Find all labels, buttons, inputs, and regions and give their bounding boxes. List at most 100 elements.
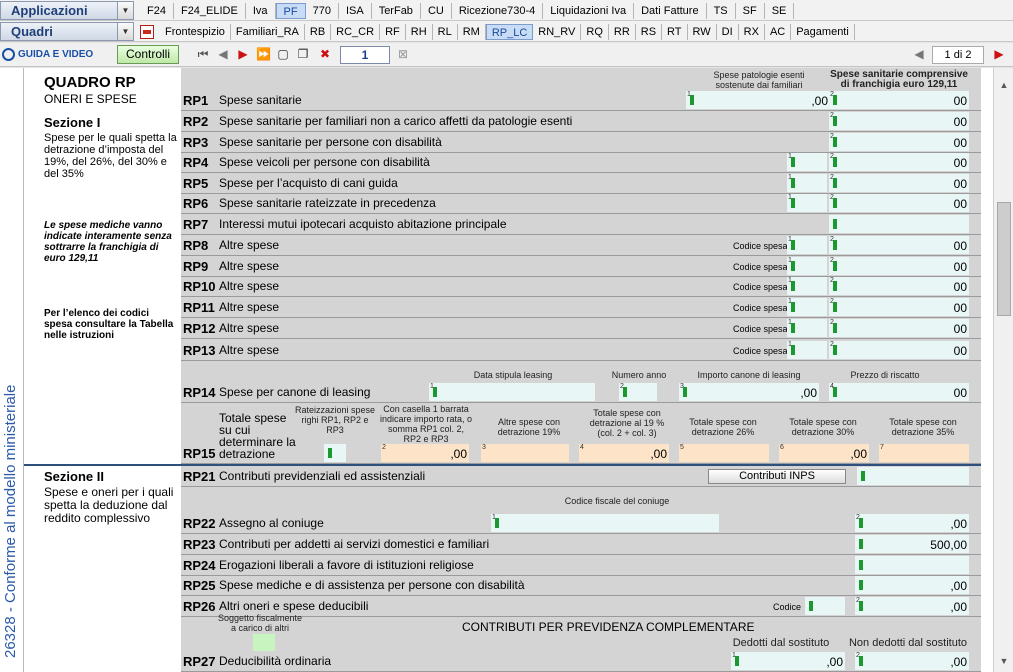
chevron-down-icon[interactable]: ▼ [117,23,133,40]
delete-document-icon[interactable]: ✖ [318,47,332,61]
tab-ricezione730-4[interactable]: Ricezione730-4 [452,3,544,19]
amount-field[interactable] [805,597,845,615]
tab-pagamenti[interactable]: Pagamenti [791,24,855,40]
amount-field[interactable]: 1 [787,277,827,295]
amount-field[interactable]: 2,00 [855,514,969,532]
controlli-button[interactable]: Controlli [117,45,179,64]
chevron-down-icon[interactable]: ▼ [117,2,133,19]
amount-field[interactable]: 1 [429,383,595,401]
tab-dati-fatture[interactable]: Dati Fatture [634,3,707,19]
amount-field[interactable]: 1 [491,514,719,532]
amount-field[interactable]: 1 [787,236,827,254]
amount-field[interactable]: 5 [679,444,769,462]
amount-field[interactable]: 2 00 [829,112,969,130]
amount-field[interactable]: 500,00 [855,535,969,553]
amount-field[interactable]: 3 [481,444,569,462]
amount-field[interactable]: 2 00 [829,194,969,212]
tab-di[interactable]: DI [717,24,739,40]
tab-ts[interactable]: TS [707,3,736,19]
pager-previous-icon[interactable]: ◀ [912,47,926,61]
amount-field[interactable]: 1,00 [686,91,830,109]
tab-rw[interactable]: RW [688,24,717,40]
tab-familiari-ra[interactable]: Familiari_RA [231,24,305,40]
tab-isa[interactable]: ISA [339,3,372,19]
tab-liquidazioni-iva[interactable]: Liquidazioni Iva [543,3,635,19]
amount-field[interactable]: 2 00 [829,277,969,295]
amount-field[interactable]: 6,00 [779,444,869,462]
amount-field[interactable]: 2 00 [829,298,969,316]
amount-field[interactable]: 2 00 [829,341,969,359]
tab-770[interactable]: 770 [306,3,339,19]
tab-rq[interactable]: RQ [581,24,609,40]
tab-rh[interactable]: RH [406,24,433,40]
tab-pf[interactable]: PF [275,3,306,19]
previous-icon[interactable]: ◀ [216,47,230,61]
tab-rp-lc[interactable]: RP_LC [485,24,534,40]
amount-field[interactable]: 4 00 [829,383,969,401]
tab-cu[interactable]: CU [421,3,452,19]
applications-combo[interactable]: Applicazioni ▼ [0,1,134,20]
tab-frontespizio[interactable]: Frontespizio [160,24,231,40]
amount-field[interactable] [855,556,969,574]
copy-document-icon[interactable]: ❐ [296,47,310,61]
vertical-scrollbar[interactable]: ▲ ▼ [993,68,1013,672]
amount-field[interactable] [857,467,969,485]
tab-rr[interactable]: RR [609,24,636,40]
new-document-icon[interactable]: ▢ [276,47,290,61]
amount-field[interactable]: 4,00 [579,444,669,462]
amount-field[interactable]: 1 [787,319,827,337]
amount-field[interactable]: 2 00 [829,174,969,192]
amount-field[interactable]: 2 00 [829,257,969,275]
tab-f24[interactable]: F24 [140,3,174,19]
first-page-icon[interactable]: ⏮ [196,47,210,61]
tab-rf[interactable]: RF [380,24,406,40]
tab-terfab[interactable]: TerFab [372,3,421,19]
tab-rl[interactable]: RL [433,24,458,40]
amount-field[interactable]: 3,00 [679,383,819,401]
amount-field[interactable]: 1 [787,153,827,171]
amount-field[interactable] [829,215,969,233]
contributi-inps-button[interactable]: Contributi INPS [708,469,846,484]
amount-field[interactable]: 1 [787,341,827,359]
amount-field[interactable]: 2 00 [829,236,969,254]
amount-field[interactable]: 1 [787,174,827,192]
tab-rb[interactable]: RB [305,24,332,40]
tab-rs[interactable]: RS [636,24,663,40]
amount-field[interactable]: 2,00 [855,652,969,670]
fast-forward-icon[interactable]: ⏩ [256,47,271,61]
pager-next-icon[interactable]: ▶ [992,47,1006,61]
amount-field[interactable]: 1 [787,298,827,316]
page-number-input[interactable]: 1 [340,46,390,64]
tab-rx[interactable]: RX [739,24,765,40]
amount-field[interactable]: 2 00 [829,319,969,337]
tab-rn-rv[interactable]: RN_RV [533,24,582,40]
amount-field[interactable]: ,00 [855,576,969,594]
amount-field[interactable]: 7 [879,444,969,462]
tab-ac[interactable]: AC [765,24,792,40]
pdf-icon[interactable] [140,25,154,39]
scroll-down-icon[interactable]: ▼ [996,656,1012,670]
guida-video-button[interactable]: GUIDA E VIDEO [2,46,93,63]
tab-sf[interactable]: SF [736,3,765,19]
quadri-combo[interactable]: Quadri ▼ [0,22,134,41]
amount-field[interactable]: 1 [787,257,827,275]
amount-field[interactable]: 2,00 [855,597,969,615]
amount-field[interactable]: 2 [619,383,657,401]
tab-f24-elide[interactable]: F24_ELIDE [174,3,246,19]
tab-rc-cr[interactable]: RC_CR [331,24,381,40]
amount-field[interactable]: 2 00 [829,153,969,171]
next-icon[interactable]: ▶ [236,47,250,61]
tab-iva[interactable]: Iva [246,3,276,19]
amount-field[interactable]: 1 [787,194,827,212]
scroll-up-icon[interactable]: ▲ [996,80,1012,94]
amount-field[interactable]: 1,00 [731,652,845,670]
tab-rt[interactable]: RT [662,24,688,40]
amount-field[interactable]: 2,00 [381,444,469,462]
scroll-thumb[interactable] [997,202,1011,316]
amount-field[interactable] [324,444,346,462]
soggetto-carico-checkbox[interactable] [253,634,275,651]
tab-rm[interactable]: RM [458,24,486,40]
amount-field[interactable]: 2 00 [829,133,969,151]
amount-field[interactable]: 2 00 [829,91,969,109]
tab-se[interactable]: SE [765,3,795,19]
